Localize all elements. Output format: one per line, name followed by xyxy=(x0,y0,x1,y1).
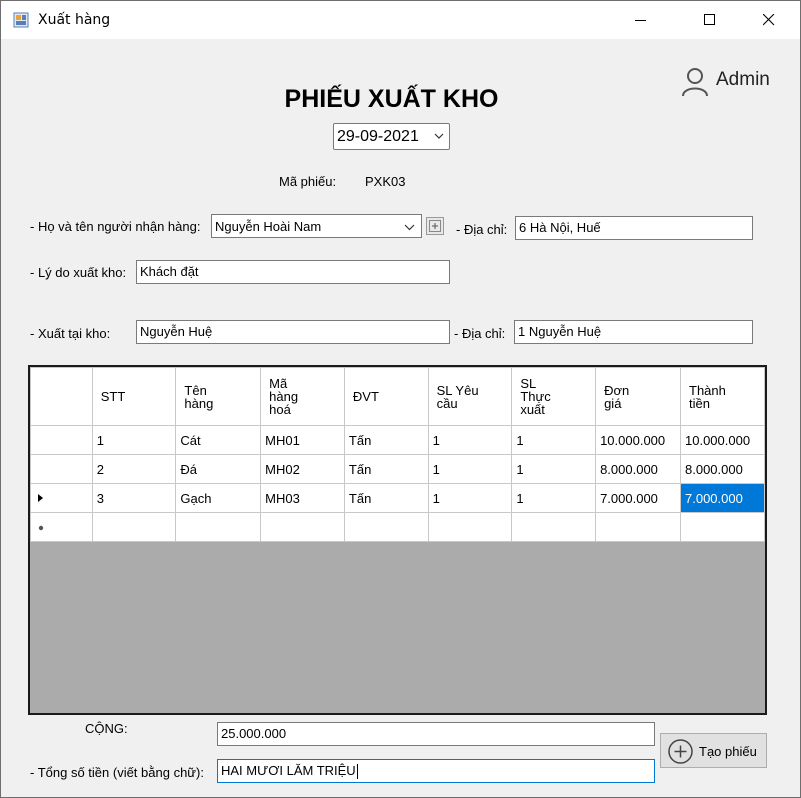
cell-amount[interactable]: 8.000.000 xyxy=(680,454,765,484)
row-header[interactable] xyxy=(30,454,93,484)
column-header[interactable]: Mã hàng hoá xyxy=(260,367,345,426)
cell-empty[interactable] xyxy=(91,512,177,542)
cell-unit-price[interactable]: 7.000.000 xyxy=(595,483,681,513)
warehouse-address-label: - Địa chỉ: xyxy=(454,326,506,341)
new-row-icon xyxy=(38,525,44,530)
cell-qty-issued[interactable]: 1 xyxy=(511,425,597,455)
create-slip-label: Tạo phiếu xyxy=(699,744,757,759)
row-header-corner xyxy=(30,367,93,426)
reason-field[interactable]: Khách đặt xyxy=(136,260,450,284)
cell-empty[interactable] xyxy=(343,512,429,542)
warehouse-address-field[interactable]: 1 Nguyễn Huệ xyxy=(514,320,753,344)
column-header[interactable]: Tên hàng xyxy=(175,367,262,426)
cell-qty-issued[interactable]: 1 xyxy=(511,483,597,513)
cell-qty-requested[interactable]: 1 xyxy=(427,454,513,484)
chevron-down-icon xyxy=(434,133,444,139)
cell-empty[interactable] xyxy=(175,512,262,542)
text-caret xyxy=(356,764,358,780)
cell-unit[interactable]: Tấn xyxy=(343,483,429,513)
add-receiver-button[interactable] xyxy=(426,217,444,235)
cell-unit-price[interactable]: 8.000.000 xyxy=(595,454,681,484)
minimize-icon xyxy=(635,20,646,21)
code-label: Mã phiếu: xyxy=(279,174,337,189)
column-header[interactable]: Thành tiền xyxy=(680,367,765,426)
cell-stt[interactable]: 1 xyxy=(91,425,177,455)
row-header-new[interactable] xyxy=(30,512,93,542)
column-header[interactable]: SL Yêu cầu xyxy=(427,367,513,426)
main-window: Xuất hàng Admin PHIẾU XUẤT KHO 29-09-202… xyxy=(0,0,801,798)
cell-unit-price[interactable]: 10.000.000 xyxy=(595,425,681,455)
amount-in-words-value: HAI MƯƠI LĂM TRIỆU xyxy=(221,763,356,778)
add-circle-icon xyxy=(668,739,693,764)
app-icon xyxy=(13,12,29,28)
column-header[interactable]: ĐVT xyxy=(343,367,429,426)
cell-stt[interactable]: 2 xyxy=(91,454,177,484)
cell-name[interactable]: Gạch xyxy=(175,483,262,513)
receiver-address-label: - Địa chỉ: xyxy=(456,222,508,237)
new-row[interactable] xyxy=(30,512,765,542)
date-value: 29-09-2021 xyxy=(337,128,419,145)
amount-in-words-field[interactable]: HAI MƯƠI LĂM TRIỆU xyxy=(217,759,655,783)
cell-qty-requested[interactable]: 1 xyxy=(427,483,513,513)
cell-name[interactable]: Cát xyxy=(175,425,262,455)
receiver-value: Nguyễn Hoài Nam xyxy=(215,219,322,234)
items-grid[interactable]: STT Tên hàng Mã hàng hoá ĐVT SL Yêu cầu … xyxy=(28,365,767,715)
cell-empty[interactable] xyxy=(260,512,345,542)
sum-field[interactable]: 25.000.000 xyxy=(217,722,655,746)
window-title: Xuất hàng xyxy=(38,12,111,28)
date-picker[interactable]: 29-09-2021 xyxy=(333,123,450,150)
cell-empty[interactable] xyxy=(427,512,513,542)
column-header[interactable]: SL Thực xuất xyxy=(511,367,597,426)
table-row[interactable]: 3 Gạch MH03 Tấn 1 1 7.000.000 7.000.000 xyxy=(30,483,765,513)
words-label: - Tổng số tiền (viết bằng chữ): xyxy=(30,765,204,780)
cell-qty-requested[interactable]: 1 xyxy=(427,425,513,455)
cell-empty[interactable] xyxy=(595,512,681,542)
table-row[interactable]: 1 Cát MH01 Tấn 1 1 10.000.000 10.000.000 xyxy=(30,425,765,455)
cell-code[interactable]: MH02 xyxy=(260,454,345,484)
cell-code[interactable]: MH01 xyxy=(260,425,345,455)
table-row[interactable]: 2 Đá MH02 Tấn 1 1 8.000.000 8.000.000 xyxy=(30,454,765,484)
cell-empty[interactable] xyxy=(680,512,765,542)
minimize-button[interactable] xyxy=(618,1,664,39)
cell-qty-issued[interactable]: 1 xyxy=(511,454,597,484)
items-table: STT Tên hàng Mã hàng hoá ĐVT SL Yêu cầu … xyxy=(30,367,765,542)
receiver-combo[interactable]: Nguyễn Hoài Nam xyxy=(211,214,422,238)
cell-amount-selected[interactable]: 7.000.000 xyxy=(680,483,765,513)
cell-stt[interactable]: 3 xyxy=(91,483,177,513)
title-bar: Xuất hàng xyxy=(1,1,800,39)
maximize-icon xyxy=(704,14,715,25)
close-icon xyxy=(763,14,775,26)
close-button[interactable] xyxy=(746,1,792,39)
cell-empty[interactable] xyxy=(511,512,597,542)
cell-unit[interactable]: Tấn xyxy=(343,454,429,484)
code-value: PXK03 xyxy=(365,174,406,189)
column-header[interactable]: STT xyxy=(91,367,177,426)
cell-unit[interactable]: Tấn xyxy=(343,425,429,455)
column-header[interactable]: Đơn giá xyxy=(595,367,681,426)
warehouse-label: - Xuất tại kho: xyxy=(30,326,111,341)
current-row-icon xyxy=(38,493,43,502)
sum-label: CỘNG: xyxy=(85,721,128,736)
create-slip-button[interactable]: Tạo phiếu xyxy=(660,733,767,768)
chevron-down-icon xyxy=(404,224,415,231)
row-header[interactable] xyxy=(30,425,93,455)
cell-amount[interactable]: 10.000.000 xyxy=(680,425,765,455)
cell-code[interactable]: MH03 xyxy=(260,483,345,513)
page-title: PHIẾU XUẤT KHO xyxy=(284,85,499,113)
cell-name[interactable]: Đá xyxy=(175,454,262,484)
reason-label: - Lý do xuất kho: xyxy=(30,265,127,280)
receiver-label: - Họ và tên người nhận hàng: xyxy=(30,219,201,234)
row-header-current[interactable] xyxy=(30,483,93,513)
warehouse-field[interactable]: Nguyễn Huệ xyxy=(136,320,450,344)
grid-header-row: STT Tên hàng Mã hàng hoá ĐVT SL Yêu cầu … xyxy=(30,367,765,426)
receiver-address-field[interactable]: 6 Hà Nội, Huế xyxy=(515,216,753,240)
plus-icon xyxy=(429,220,441,232)
maximize-button[interactable] xyxy=(687,1,733,39)
